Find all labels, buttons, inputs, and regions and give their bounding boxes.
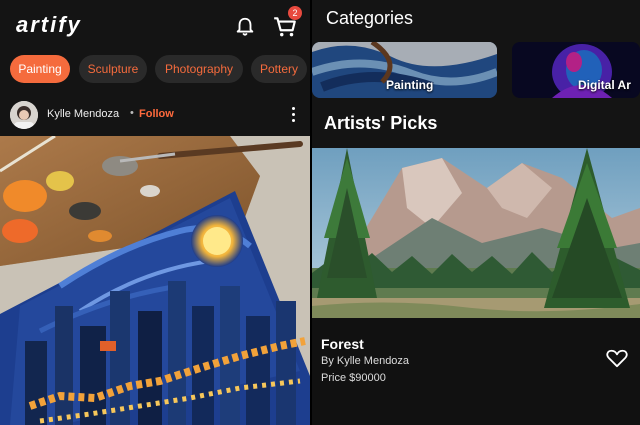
artists-picks-heading: Artists' Picks [324,113,438,133]
post-author-row: Kylle Mendoza • Follow [0,98,310,132]
pick-artwork-image[interactable] [312,148,640,318]
follow-button[interactable]: Follow [139,108,174,120]
chip-photography[interactable]: Photography [155,55,243,83]
pick-price: Price $90000 [321,372,386,384]
app-logo: artify [16,12,82,37]
top-bar: artify 2 [0,0,310,52]
category-chips: Painting Sculpture Photography Pottery [10,55,310,85]
cart-badge: 2 [288,6,302,20]
pick-artist: By Kylle Mendoza [321,355,410,367]
author-name[interactable]: Kylle Mendoza [47,108,119,120]
category-card-painting[interactable]: Painting [312,42,497,98]
bell-icon[interactable] [234,16,256,38]
post-artwork-image[interactable] [0,136,310,425]
feed-panel: artify 2 Painting Sculpture Photography … [0,0,310,425]
category-card-digital-art[interactable]: Digital Ar [512,42,640,98]
category-label-digital-art: Digital Ar [578,78,631,92]
avatar[interactable] [10,101,38,129]
heart-icon[interactable] [606,348,628,368]
more-vertical-icon[interactable] [288,104,298,124]
chip-sculpture[interactable]: Sculpture [79,55,147,83]
pick-info-card: Forest By Kylle Mendoza Price $90000 [312,318,640,425]
chip-painting[interactable]: Painting [10,55,70,83]
discover-panel: Categories Painting Digital Ar Artists' … [312,0,640,425]
pick-title[interactable]: Forest [321,336,364,352]
chip-pottery[interactable]: Pottery [251,55,307,83]
separator-dot: • [130,107,134,119]
category-label-painting: Painting [386,78,434,92]
categories-heading: Categories [326,8,414,28]
